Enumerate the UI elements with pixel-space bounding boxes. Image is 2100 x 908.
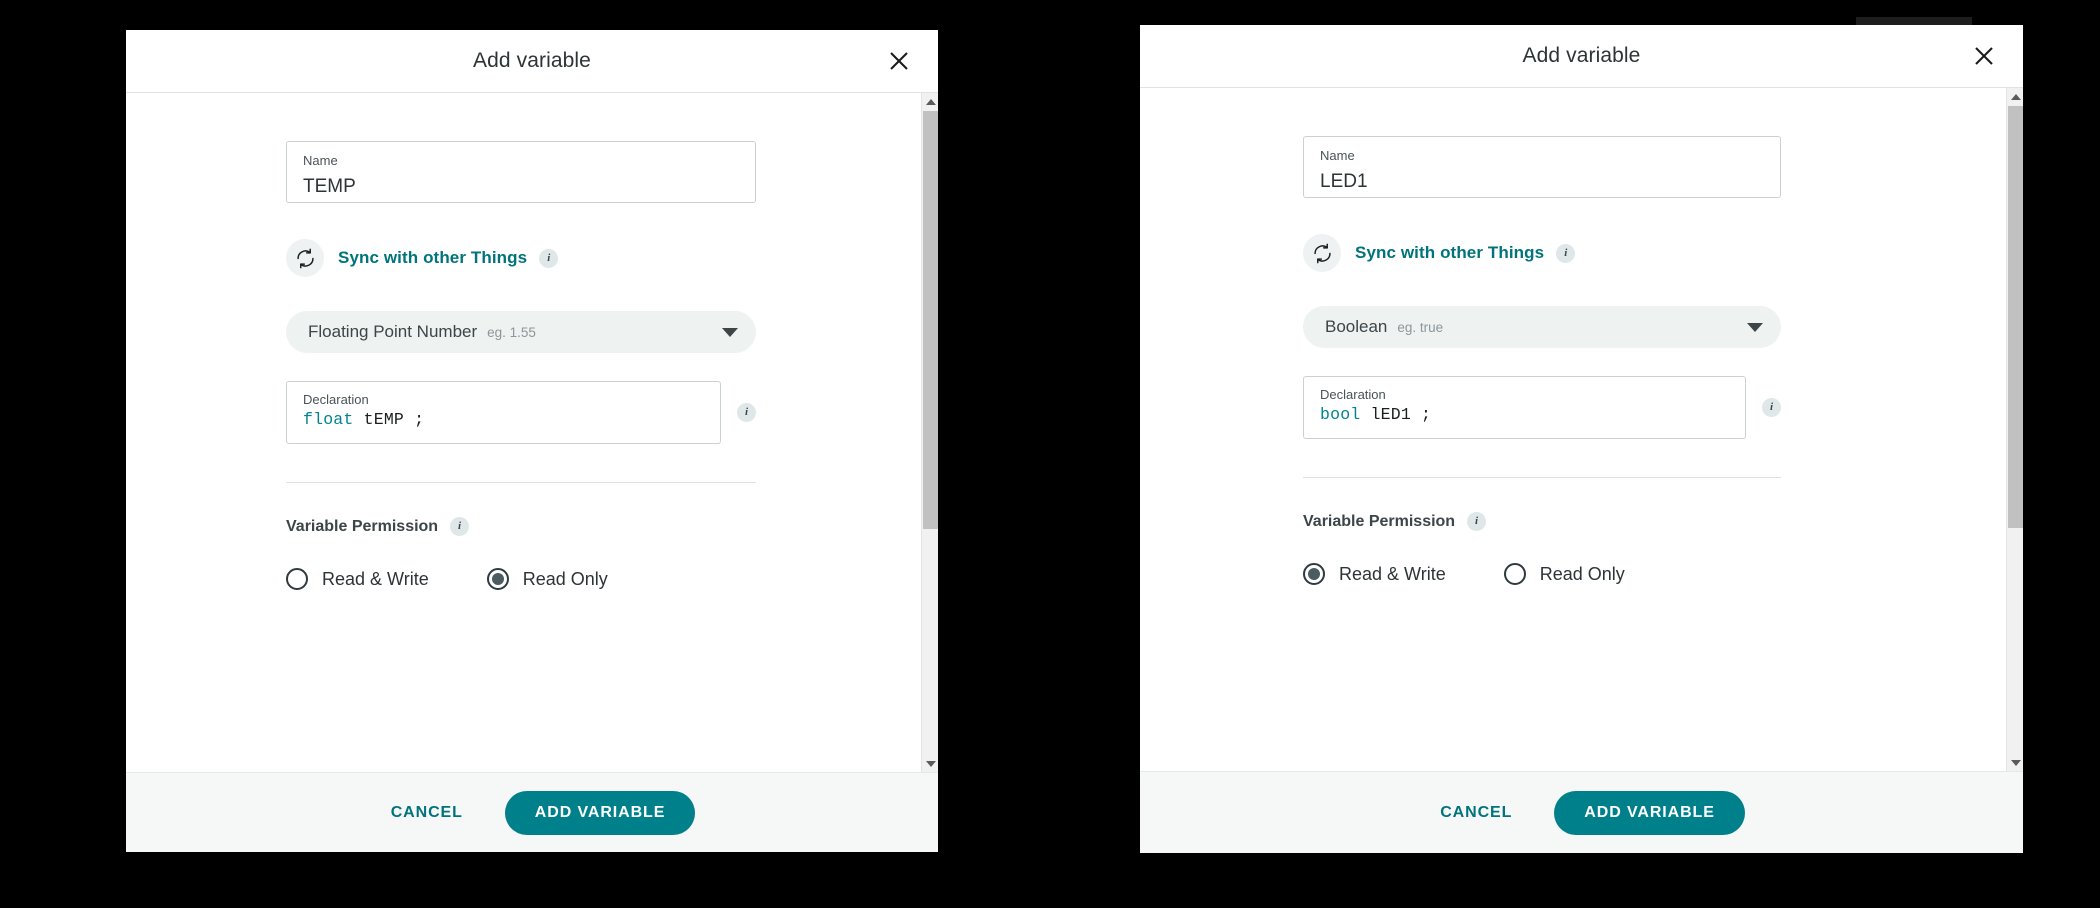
radio-read-only[interactable]: Read Only <box>486 568 608 590</box>
dialog-title: Add variable <box>473 49 591 72</box>
declaration-rest: tEMP ; <box>363 410 425 429</box>
radio-read-write[interactable]: Read & Write <box>286 568 429 590</box>
radio-read-write-label: Read & Write <box>322 568 429 589</box>
sync-with-other-things-row: Sync with other Things i <box>1303 234 1781 272</box>
dialog-scrollbar[interactable] <box>921 93 938 772</box>
sync-label[interactable]: Sync with other Things <box>1355 243 1544 263</box>
sync-icon[interactable] <box>286 239 324 277</box>
background-artifact <box>1856 17 1972 25</box>
dialog-content: Name TEMP Sync with other Things i Float… <box>286 141 756 590</box>
radio-read-write[interactable]: Read & Write <box>1303 563 1446 585</box>
radio-read-only-label: Read Only <box>1539 563 1625 584</box>
dialog-title: Add variable <box>1522 44 1641 67</box>
sync-label[interactable]: Sync with other Things <box>338 248 527 268</box>
declaration-label: Declaration <box>1320 387 1386 402</box>
variable-type-value: Boolean <box>1325 317 1388 336</box>
scroll-up-arrow-icon[interactable] <box>922 93 938 110</box>
sync-with-other-things-row: Sync with other Things i <box>286 239 756 277</box>
scroll-down-arrow-icon[interactable] <box>922 755 938 772</box>
radio-read-only-dot[interactable] <box>486 568 509 590</box>
variable-permission-radio-group: Read & Write Read Only <box>1303 563 1781 585</box>
declaration-code: float tEMP ; <box>303 410 704 429</box>
section-divider <box>1303 477 1781 478</box>
sync-icon[interactable] <box>1303 234 1341 272</box>
declaration-field[interactable]: Declaration bool lED1 ; <box>1303 376 1746 439</box>
variable-type-select[interactable]: Boolean eg. true <box>1303 306 1781 348</box>
variable-permission-info-icon[interactable]: i <box>450 517 470 536</box>
name-field[interactable]: Name LED1 <box>1303 136 1781 198</box>
declaration-keyword: float <box>303 410 354 429</box>
add-variable-button[interactable]: ADD VARIABLE <box>504 790 696 835</box>
sync-info-icon[interactable]: i <box>1556 243 1576 263</box>
cancel-button[interactable]: CANCEL <box>1418 792 1534 834</box>
dialog-content: Name LED1 Sync with other Things i Boole… <box>1303 136 1781 585</box>
dialog-footer: CANCEL ADD VARIABLE <box>1140 771 2023 853</box>
name-input[interactable]: TEMP <box>303 175 739 200</box>
scrollbar-thumb[interactable] <box>923 111 938 529</box>
sync-info-icon[interactable]: i <box>539 248 559 268</box>
dialog-body-wrap: Name TEMP Sync with other Things i Float… <box>126 93 938 772</box>
declaration-label: Declaration <box>303 392 369 407</box>
declaration-info-icon[interactable]: i <box>1762 398 1781 417</box>
name-field-label: Name <box>303 153 338 168</box>
variable-permission-header: Variable Permission i <box>286 517 756 536</box>
radio-read-only[interactable]: Read Only <box>1503 563 1625 585</box>
variable-type-example: eg. true <box>1397 319 1444 335</box>
dialog-header: Add variable <box>126 30 938 93</box>
variable-permission-radio-group: Read & Write Read Only <box>286 568 756 590</box>
declaration-info-icon[interactable]: i <box>737 403 756 422</box>
scroll-down-arrow-icon[interactable] <box>2007 754 2023 771</box>
variable-permission-title: Variable Permission <box>1303 512 1456 530</box>
variable-type-select[interactable]: Floating Point Number eg. 1.55 <box>286 311 756 353</box>
section-divider <box>286 482 756 483</box>
radio-read-only-dot[interactable] <box>1503 563 1526 585</box>
declaration-rest: lED1 ; <box>1370 405 1432 424</box>
dialog-footer: CANCEL ADD VARIABLE <box>126 772 938 852</box>
dialog-header: Add variable <box>1140 25 2023 88</box>
variable-permission-header: Variable Permission i <box>1303 512 1781 531</box>
chevron-down-icon[interactable] <box>722 327 738 337</box>
declaration-row: Declaration bool lED1 ; i <box>1303 376 1781 439</box>
radio-read-write-dot[interactable] <box>286 568 308 590</box>
variable-permission-info-icon[interactable]: i <box>1467 512 1487 531</box>
chevron-down-icon[interactable] <box>1747 322 1763 332</box>
name-input[interactable]: LED1 <box>1320 170 1764 195</box>
add-variable-dialog-right: Add variable Name LED1 Sync with other T… <box>1140 25 2023 853</box>
scroll-up-arrow-icon[interactable] <box>2007 88 2023 105</box>
radio-read-write-dot[interactable] <box>1303 563 1325 585</box>
name-field-label: Name <box>1320 148 1355 163</box>
variable-type-value: Floating Point Number <box>308 322 478 341</box>
dialog-body: Name TEMP Sync with other Things i Float… <box>126 93 921 772</box>
add-variable-dialog-left: Add variable Name TEMP Sync with other T… <box>126 30 938 852</box>
name-field[interactable]: Name TEMP <box>286 141 756 203</box>
declaration-code: bool lED1 ; <box>1320 405 1729 424</box>
cancel-button[interactable]: CANCEL <box>369 792 485 834</box>
scrollbar-thumb[interactable] <box>2008 106 2023 528</box>
radio-read-only-label: Read Only <box>522 568 608 589</box>
dialog-scrollbar[interactable] <box>2006 88 2023 771</box>
dialog-body-wrap: Name LED1 Sync with other Things i Boole… <box>1140 88 2023 771</box>
add-variable-button[interactable]: ADD VARIABLE <box>1554 790 1745 835</box>
screenshot-stage: Add variable Name TEMP Sync with other T… <box>0 0 2100 908</box>
close-icon[interactable] <box>1967 39 2001 73</box>
radio-read-write-label: Read & Write <box>1339 563 1446 584</box>
declaration-row: Declaration float tEMP ; i <box>286 381 756 444</box>
declaration-field[interactable]: Declaration float tEMP ; <box>286 381 721 444</box>
declaration-keyword: bool <box>1320 405 1361 424</box>
variable-permission-title: Variable Permission <box>286 517 439 535</box>
close-icon[interactable] <box>882 44 916 78</box>
dialog-body: Name LED1 Sync with other Things i Boole… <box>1140 88 2006 771</box>
variable-type-example: eg. 1.55 <box>487 324 536 340</box>
